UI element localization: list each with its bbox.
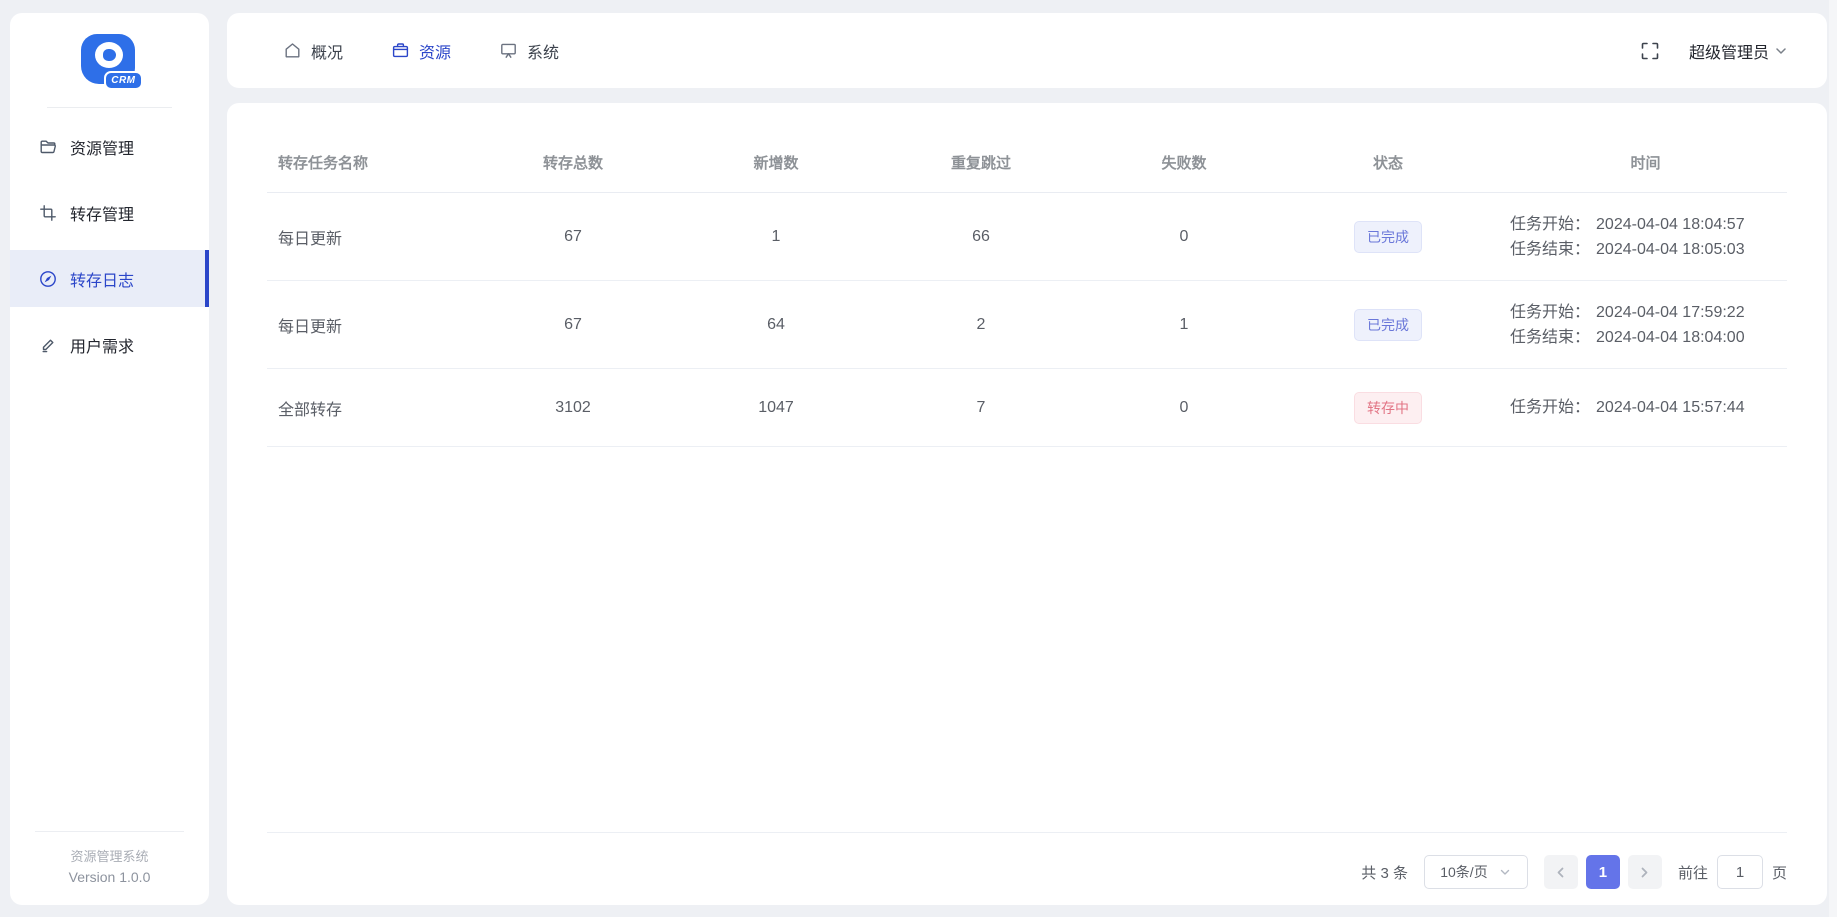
task-start-time: 任务开始： 2024-04-04 15:57:44: [1510, 399, 1745, 416]
sidebar-item-transfer-log[interactable]: 转存日志: [10, 250, 209, 307]
tab-label: 概况: [311, 44, 344, 62]
presentation-icon: [499, 41, 518, 60]
sidebar-item-transfer-management[interactable]: 转存管理: [10, 184, 209, 241]
pager: 1: [1543, 855, 1662, 889]
logo-text: CRM: [104, 71, 143, 90]
user-menu-label: 超级管理员: [1688, 44, 1769, 62]
fullscreen-icon[interactable]: [1639, 40, 1661, 62]
tab-overview[interactable]: 概况: [283, 39, 343, 63]
table-row: 全部转存 3102 1047 7 0 转存中 任务开始： 2024-04-04 1…: [267, 369, 1787, 447]
app-logo: CRM: [10, 13, 209, 103]
task-end-time: 任务结束： 2024-04-04 18:04:00: [1510, 328, 1745, 346]
cell-failed: 0: [1179, 398, 1189, 416]
page-number-button[interactable]: 1: [1585, 855, 1620, 889]
cell-added: 1: [771, 227, 781, 245]
goto-label: 前往: [1677, 864, 1708, 882]
table-header-row: 转存任务名称 转存总数 新增数 重复跳过 失败数 状态 时间: [267, 133, 1787, 193]
task-end-time: 任务结束： 2024-04-04 18:05:03: [1510, 240, 1745, 258]
column-header-status: 状态: [1372, 155, 1403, 172]
cell-total: 67: [564, 227, 582, 245]
tab-label: 资源: [419, 44, 452, 62]
sidebar-menu: 资源管理 转存管理 转存日志 用户需求: [10, 118, 209, 382]
tab-label: 系统: [527, 44, 560, 62]
cell-total: 3102: [555, 398, 591, 416]
topbar-right: 超级管理员: [1639, 39, 1789, 63]
sidebar-item-label: 转存管理: [70, 206, 135, 224]
table-row: 每日更新 67 1 66 0 已完成 任务开始： 2024-04-04 18:04…: [267, 193, 1787, 281]
table-row: 每日更新 67 64 2 1 已完成 任务开始： 2024-04-04 17:59…: [267, 281, 1787, 369]
column-header-task-name: 转存任务名称: [278, 155, 369, 172]
sidebar-item-label: 资源管理: [70, 140, 135, 158]
divider: [47, 107, 172, 108]
page-size-select[interactable]: 10条/页: [1423, 855, 1528, 889]
sidebar-footer: 资源管理系统 Version 1.0.0: [35, 831, 184, 905]
column-header-failed: 失败数: [1161, 155, 1207, 172]
nav-tabs: 概况 资源 系统: [283, 39, 559, 63]
next-page-button[interactable]: [1627, 855, 1662, 889]
status-badge: 已完成: [1354, 308, 1422, 341]
transfer-log-table: 转存任务名称 转存总数 新增数 重复跳过 失败数 状态 时间 每日更新 67 1…: [227, 103, 1827, 447]
column-header-added: 新增数: [753, 155, 799, 172]
prev-page-button[interactable]: [1543, 855, 1578, 889]
page-size-value: 10条/页: [1440, 864, 1488, 880]
tab-system[interactable]: 系统: [499, 39, 559, 63]
crm-logo-icon: CRM: [80, 34, 143, 90]
pagination-total: 共 3 条: [1361, 864, 1408, 882]
task-start-time: 任务开始： 2024-04-04 18:04:57: [1510, 215, 1745, 233]
sidebar-item-user-requirements[interactable]: 用户需求: [10, 316, 209, 373]
status-badge: 已完成: [1354, 220, 1422, 253]
folder-icon: [39, 138, 57, 156]
goto-page: 前往 页: [1678, 855, 1787, 889]
page-scrollbar[interactable]: [1829, 0, 1837, 917]
status-badge: 转存中: [1354, 391, 1422, 424]
topbar: 概况 资源 系统 超级管理员: [227, 13, 1827, 88]
cell-skipped: 2: [976, 315, 986, 333]
cell-added: 1047: [758, 398, 794, 416]
compass-icon: [39, 270, 57, 288]
sidebar: CRM 资源管理 转存管理 转存日志 用户需求 资源管理系统 Version 1…: [10, 13, 209, 905]
divider: [267, 832, 1787, 833]
cell-failed: 0: [1179, 227, 1189, 245]
app-name: 资源管理系统: [70, 849, 149, 864]
user-menu[interactable]: 超级管理员: [1689, 39, 1789, 63]
cell-total: 67: [564, 315, 582, 333]
chevron-right-icon: [1637, 865, 1652, 880]
chevron-down-icon: [1773, 43, 1789, 59]
cell-added: 64: [767, 315, 785, 333]
pagination: 共 3 条 10条/页 1 前往 1 页: [1361, 855, 1787, 889]
app-version: Version 1.0.0: [68, 869, 151, 885]
cell-skipped: 66: [972, 227, 990, 245]
column-header-skipped: 重复跳过: [950, 155, 1011, 172]
home-icon: [283, 41, 302, 60]
task-start-time: 任务开始： 2024-04-04 17:59:22: [1510, 303, 1745, 321]
pencil-icon: [39, 336, 57, 354]
chevron-down-icon: [1498, 865, 1512, 879]
cell-task-name: 每日更新: [278, 230, 343, 248]
chevron-left-icon: [1553, 865, 1568, 880]
cell-skipped: 7: [976, 398, 986, 416]
crop-icon: [39, 204, 57, 222]
briefcase-icon: [391, 41, 410, 60]
goto-page-input[interactable]: [1716, 855, 1763, 889]
column-header-total: 转存总数: [542, 155, 603, 172]
tab-resources[interactable]: 资源: [391, 39, 451, 63]
cell-task-name: 每日更新: [278, 318, 343, 336]
main-panel: 转存任务名称 转存总数 新增数 重复跳过 失败数 状态 时间 每日更新 67 1…: [227, 103, 1827, 905]
goto-suffix: 页: [1771, 864, 1787, 882]
cell-failed: 1: [1179, 315, 1189, 333]
sidebar-item-resource-management[interactable]: 资源管理: [10, 118, 209, 175]
sidebar-item-label: 用户需求: [70, 338, 135, 356]
sidebar-item-label: 转存日志: [70, 272, 135, 290]
cell-task-name: 全部转存: [278, 401, 343, 419]
column-header-time: 时间: [1630, 155, 1661, 172]
